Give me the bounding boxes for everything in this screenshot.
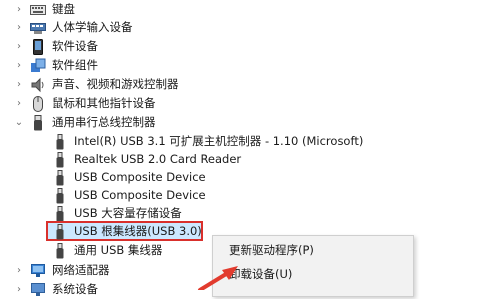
annotation-arrow [198, 266, 238, 290]
